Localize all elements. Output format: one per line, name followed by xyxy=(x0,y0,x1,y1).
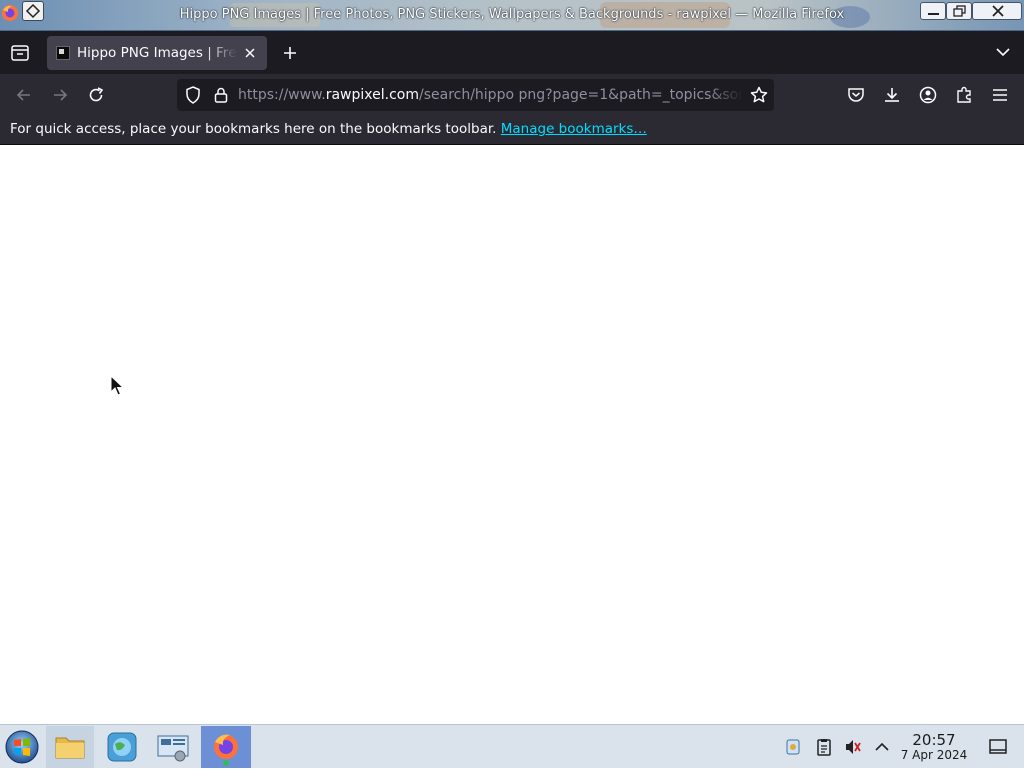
firefox-icon xyxy=(214,734,238,766)
page-content[interactable] xyxy=(0,145,1024,724)
control-panel-icon xyxy=(157,735,189,762)
clock-time[interactable]: 20:57 xyxy=(900,731,968,749)
start-menu-icon[interactable] xyxy=(4,729,40,765)
rawpixel-favicon-icon xyxy=(56,46,70,60)
downloads-icon[interactable] xyxy=(882,85,902,105)
restore-icon xyxy=(953,5,966,17)
reload-icon[interactable] xyxy=(86,85,106,105)
taskbar: 20:57 7 Apr 2024 xyxy=(0,724,1024,768)
chevron-up-icon[interactable] xyxy=(872,737,892,757)
tab-active[interactable]: Hippo PNG Images | Free Photos, PNG Stic… xyxy=(47,36,267,70)
url-bar[interactable]: https://www.rawpixel.com/search/hippo pn… xyxy=(177,79,774,111)
minimize-icon xyxy=(928,13,939,15)
back-arrow-icon[interactable] xyxy=(14,85,34,105)
close-tab-icon[interactable] xyxy=(243,46,257,60)
tab-bar: Hippo PNG Images | Free Photos, PNG Stic… xyxy=(0,31,1024,74)
pocket-icon[interactable] xyxy=(846,85,866,105)
url-prefix: https://www. xyxy=(238,87,326,103)
bookmarks-message: For quick access, place your bookmarks h… xyxy=(10,121,647,137)
bookmark-star-icon[interactable] xyxy=(749,85,769,105)
globe-icon xyxy=(107,732,137,762)
taskbar-firefox[interactable] xyxy=(201,726,251,768)
mouse-pointer-icon xyxy=(110,375,124,396)
new-tab-icon[interactable] xyxy=(281,44,299,62)
folder-icon xyxy=(55,737,85,759)
taskbar-browser-globe[interactable] xyxy=(98,726,146,768)
account-icon[interactable] xyxy=(918,85,938,105)
manage-bookmarks-link[interactable]: Manage bookmarks… xyxy=(501,121,647,137)
window-titlebar[interactable]: Hippo PNG Images | Free Photos, PNG Stic… xyxy=(0,0,1024,31)
tab-label: Hippo PNG Images | Free Photos, PNG Stic… xyxy=(77,45,237,61)
maximize-button[interactable] xyxy=(946,2,972,20)
url-text[interactable]: https://www.rawpixel.com/search/hippo pn… xyxy=(238,87,743,103)
clipboard-icon[interactable] xyxy=(814,737,834,757)
volume-muted-icon[interactable] xyxy=(843,737,863,757)
taskbar-control-panel[interactable] xyxy=(150,726,198,768)
network-status-icon[interactable] xyxy=(783,737,803,757)
shield-icon[interactable] xyxy=(183,85,203,105)
firefox-view-icon[interactable] xyxy=(10,43,30,63)
hamburger-menu-icon[interactable] xyxy=(990,85,1010,105)
clock-date[interactable]: 7 Apr 2024 xyxy=(900,748,968,762)
close-window-button[interactable] xyxy=(972,2,1022,20)
bookmarks-toolbar: For quick access, place your bookmarks h… xyxy=(0,116,1024,145)
show-desktop-icon[interactable] xyxy=(988,737,1008,757)
window-title: Hippo PNG Images | Free Photos, PNG Stic… xyxy=(179,7,845,22)
taskbar-file-manager[interactable] xyxy=(46,726,94,768)
url-host: rawpixel.com xyxy=(325,87,419,103)
lock-icon[interactable] xyxy=(211,85,231,105)
extensions-icon[interactable] xyxy=(954,85,974,105)
list-all-tabs-icon[interactable] xyxy=(994,45,1012,59)
url-path: /search/hippo png?page=1&path=_topics&so… xyxy=(418,87,743,103)
bookmarks-hint: For quick access, place your bookmarks h… xyxy=(10,121,497,137)
navigation-toolbar: https://www.rawpixel.com/search/hippo pn… xyxy=(0,74,1024,116)
minimize-button[interactable] xyxy=(920,2,946,20)
forward-arrow-icon[interactable] xyxy=(50,85,70,105)
close-icon xyxy=(992,5,1004,17)
